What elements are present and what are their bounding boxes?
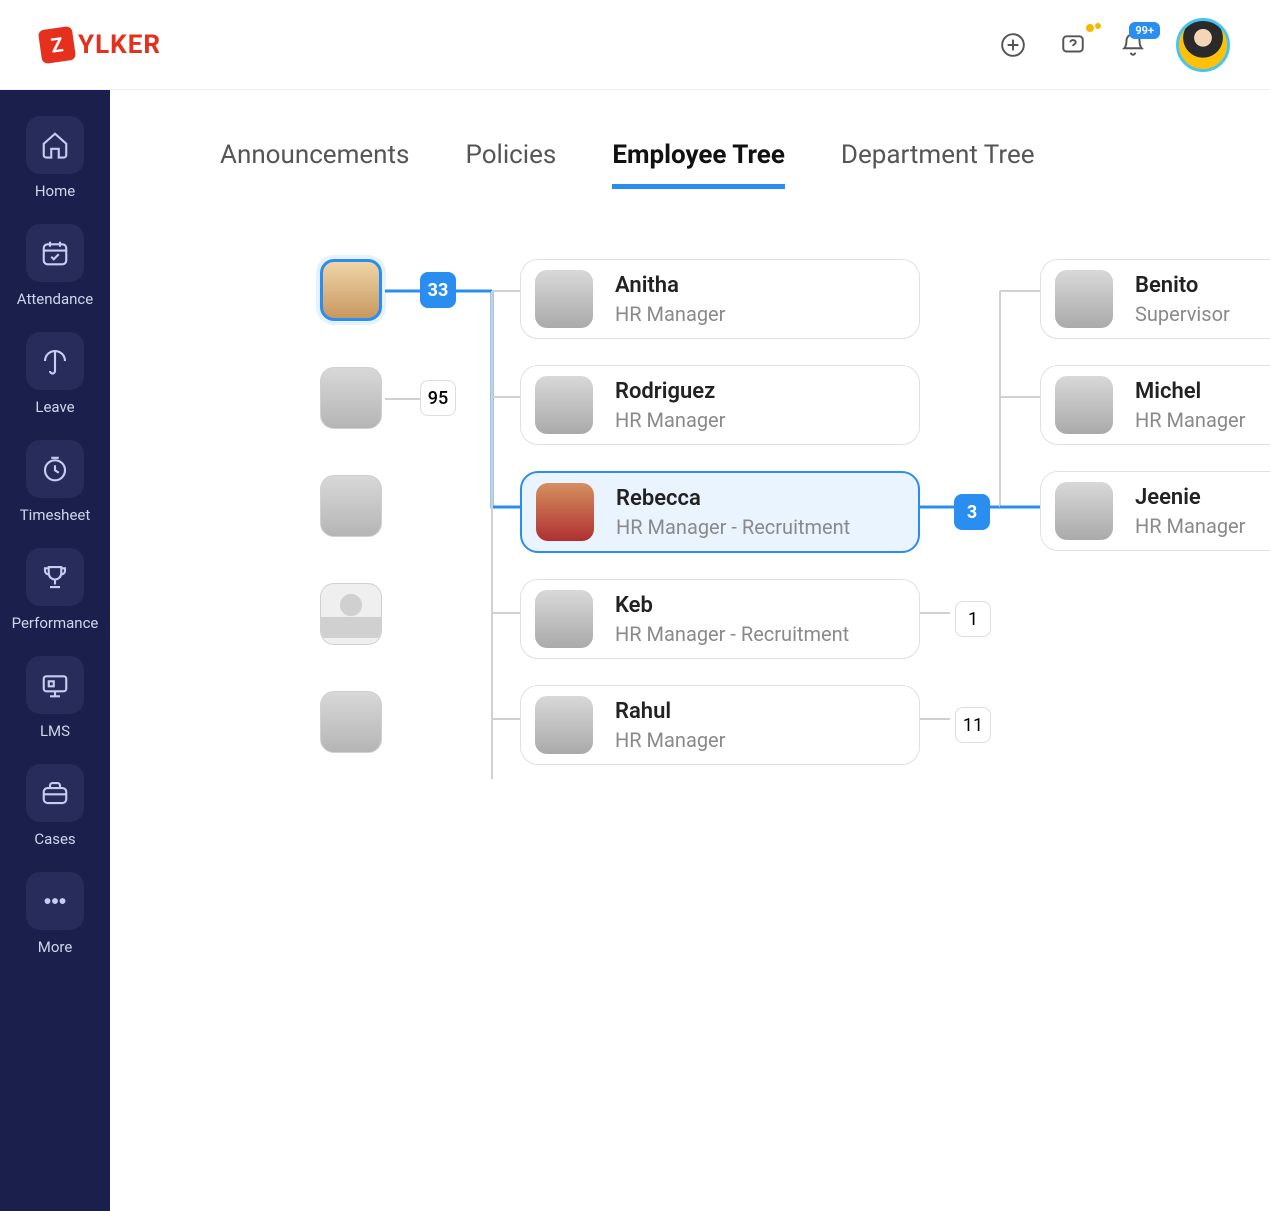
topbar: Z YLKER 99+ [0, 0, 1270, 90]
employee-title: HR Manager [615, 302, 725, 326]
sidebar-item-label: Performance [12, 614, 99, 632]
sidebar: Home Attendance Leave Timesheet Performa… [0, 90, 110, 1211]
tab-department-tree[interactable]: Department Tree [841, 140, 1035, 189]
logo[interactable]: Z YLKER [40, 28, 161, 62]
employee-title: HR Manager [1135, 408, 1245, 432]
employee-card[interactable]: Jeenie HR Manager [1040, 471, 1270, 551]
employee-avatar [535, 270, 593, 328]
employee-avatar [1055, 482, 1113, 540]
employee-avatar [535, 376, 593, 434]
sidebar-item-label: Cases [34, 830, 75, 848]
employee-name: Jeenie [1135, 485, 1245, 510]
employee-card[interactable]: Rodriguez HR Manager [520, 365, 920, 445]
root-node[interactable]: 33 [320, 259, 382, 321]
user-avatar[interactable] [1176, 18, 1230, 72]
report-count-badge: 3 [954, 494, 990, 530]
employee-title: HR Manager - Recruitment [615, 622, 849, 646]
employee-card[interactable]: Michel HR Manager [1040, 365, 1270, 445]
sidebar-item-cases[interactable]: Cases [26, 764, 84, 864]
report-count-badge: 1 [955, 601, 991, 637]
root-node[interactable] [320, 583, 382, 645]
tab-announcements[interactable]: Announcements [220, 140, 409, 189]
add-icon[interactable] [996, 28, 1030, 62]
notification-badge: 99+ [1129, 22, 1160, 39]
root-node[interactable] [320, 691, 382, 753]
sidebar-item-performance[interactable]: Performance [26, 548, 84, 648]
employee-avatar [320, 367, 382, 429]
employee-title: HR Manager [1135, 514, 1245, 538]
employee-avatar [1055, 376, 1113, 434]
timer-icon [26, 440, 84, 498]
employee-name: Benito [1135, 273, 1230, 298]
sidebar-item-lms[interactable]: LMS [26, 656, 84, 756]
employee-avatar [536, 483, 594, 541]
logo-badge: Z [38, 25, 76, 63]
calendar-icon [26, 224, 84, 282]
employee-tree: 33 95 A [170, 259, 1270, 959]
employee-card[interactable]: Benito Supervisor [1040, 259, 1270, 339]
employee-avatar [320, 691, 382, 753]
help-icon[interactable] [1056, 28, 1090, 62]
home-icon [26, 116, 84, 174]
employee-title: HR Manager [615, 728, 725, 752]
employee-name: Rebecca [616, 486, 850, 511]
logo-text: YLKER [78, 30, 161, 60]
employee-card[interactable]: Rebecca HR Manager - Recruitment 3 [520, 471, 920, 553]
sidebar-item-label: Leave [35, 398, 74, 416]
employee-avatar [535, 590, 593, 648]
topbar-actions: 99+ [996, 18, 1230, 72]
screen-icon [26, 656, 84, 714]
employee-title: Supervisor [1135, 302, 1230, 326]
report-count-badge: 33 [420, 272, 456, 308]
sidebar-item-timesheet[interactable]: Timesheet [26, 440, 84, 540]
tree-mid-column: Anitha HR Manager Rodriguez HR Manager R… [520, 259, 920, 765]
root-node[interactable] [320, 475, 382, 537]
briefcase-icon [26, 764, 84, 822]
employee-avatar [535, 696, 593, 754]
main-content: Announcements Policies Employee Tree Dep… [110, 90, 1270, 1211]
employee-name: Rodriguez [615, 379, 725, 404]
root-node[interactable]: 95 [320, 367, 382, 429]
employee-card[interactable]: Anitha HR Manager [520, 259, 920, 339]
sidebar-item-leave[interactable]: Leave [26, 332, 84, 432]
umbrella-icon [26, 332, 84, 390]
tabs: Announcements Policies Employee Tree Dep… [110, 140, 1270, 189]
more-icon [26, 872, 84, 930]
tab-policies[interactable]: Policies [465, 140, 556, 189]
sidebar-item-label: Attendance [17, 290, 93, 308]
employee-title: HR Manager - Recruitment [616, 515, 850, 539]
report-count-badge: 95 [420, 380, 456, 416]
employee-avatar [320, 475, 382, 537]
tab-employee-tree[interactable]: Employee Tree [612, 140, 785, 189]
employee-title: HR Manager [615, 408, 725, 432]
sidebar-item-home[interactable]: Home [26, 116, 84, 216]
tree-root-column: 33 95 [320, 259, 382, 753]
employee-card[interactable]: Rahul HR Manager 11 [520, 685, 920, 765]
report-count-badge: 11 [955, 707, 991, 743]
sidebar-item-label: Timesheet [20, 506, 91, 524]
sidebar-item-label: LMS [40, 722, 70, 740]
employee-name: Rahul [615, 699, 725, 724]
sidebar-item-label: More [38, 938, 73, 956]
employee-avatar [320, 583, 382, 645]
sidebar-item-attendance[interactable]: Attendance [26, 224, 84, 324]
sidebar-item-more[interactable]: More [26, 872, 84, 972]
employee-name: Michel [1135, 379, 1245, 404]
employee-name: Keb [615, 593, 849, 618]
employee-card[interactable]: Keb HR Manager - Recruitment 1 [520, 579, 920, 659]
trophy-icon [26, 548, 84, 606]
tree-right-column: Benito Supervisor Michel HR Manager Jeen… [1040, 259, 1270, 551]
employee-name: Anitha [615, 273, 725, 298]
sidebar-item-label: Home [35, 182, 75, 200]
notification-icon[interactable]: 99+ [1116, 28, 1150, 62]
employee-avatar [1055, 270, 1113, 328]
employee-avatar [320, 259, 382, 321]
